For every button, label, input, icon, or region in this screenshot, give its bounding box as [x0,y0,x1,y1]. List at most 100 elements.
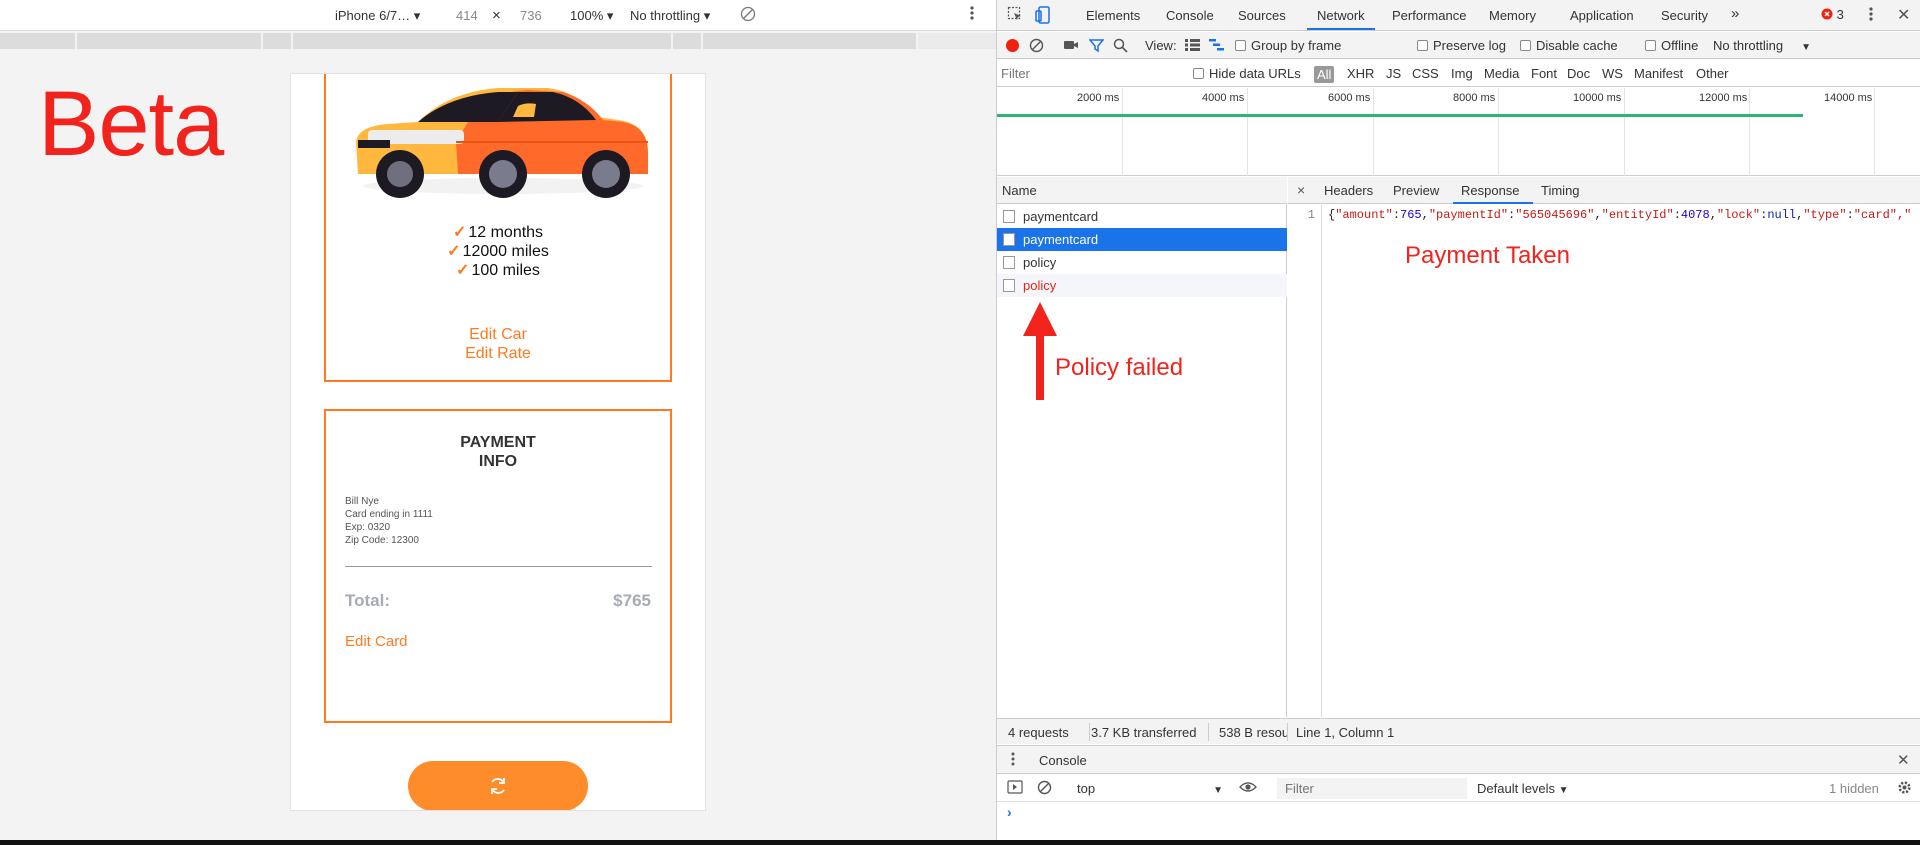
large-rows-icon[interactable] [1185,39,1200,54]
offline-checkbox[interactable]: Offline [1645,38,1698,53]
tab-performance[interactable]: Performance [1392,8,1466,23]
beta-annotation: Beta [38,73,224,175]
type-filter-xhr[interactable]: XHR [1347,66,1374,81]
screenshot-icon[interactable] [1063,38,1079,55]
tab-sources[interactable]: Sources [1238,8,1286,23]
rotate-icon[interactable] [740,6,756,25]
resources-size: 538 B resources [1219,725,1287,740]
device-toggle-icon[interactable] [1035,6,1051,27]
tab-response[interactable]: Response [1461,183,1520,198]
name-column-header[interactable]: Name [997,177,1287,204]
type-filter-all[interactable]: All [1314,66,1335,83]
device-select[interactable]: iPhone 6/7… ▾ [335,8,420,24]
error-count: 3 [1836,7,1844,22]
media-segment[interactable] [263,33,293,49]
cursor-position: Line 1, Column 1 [1296,725,1395,740]
tab-security[interactable]: Security [1661,8,1708,23]
sidebar-toggle-icon[interactable] [1007,780,1023,797]
drawer-tab-console[interactable]: Console [1039,753,1087,768]
console-filter-input[interactable] [1277,778,1467,799]
tab-console[interactable]: Console [1166,8,1214,23]
file-icon [1003,256,1015,269]
close-drawer-icon[interactable]: ✕ [1897,751,1910,769]
inspect-element-icon[interactable] [1007,6,1023,25]
request-name: policy [1023,255,1057,270]
request-detail-panel: × Headers Preview Response Timing 1 {"am… [1288,177,1920,717]
error-indicator[interactable]: 3 [1821,7,1844,22]
context-value: top [1077,781,1096,796]
type-filter-font[interactable]: Font [1531,66,1557,81]
height-input[interactable]: 736 [520,8,542,23]
type-filter-manifest[interactable]: Manifest [1634,66,1683,81]
width-input[interactable]: 414 [456,8,478,23]
type-filter-other[interactable]: Other [1696,66,1729,81]
type-filter-img[interactable]: Img [1451,66,1473,81]
type-filter-css[interactable]: CSS [1412,66,1439,81]
drawer-menu-icon[interactable] [1011,752,1015,769]
media-segment[interactable] [673,33,703,49]
filter-input[interactable] [1001,64,1177,83]
more-options-icon[interactable] [970,5,974,24]
record-icon[interactable] [1005,38,1020,56]
media-segment[interactable] [703,33,918,49]
payment-taken-annotation: Payment Taken [1405,242,1570,269]
media-segment[interactable] [0,33,77,49]
json-number: 765 [1400,208,1422,222]
filter-icon[interactable] [1088,38,1105,56]
type-filter-js[interactable]: JS [1386,66,1401,81]
request-row[interactable]: policy [997,251,1287,274]
media-query-bar[interactable] [0,33,996,49]
card-details: Bill Nye Card ending in 1111 Exp: 0320 Z… [345,495,433,547]
type-filter-doc[interactable]: Doc [1567,66,1590,81]
request-row-selected[interactable]: paymentcard [997,228,1287,251]
request-name: paymentcard [1023,209,1099,224]
checkbox-label: Preserve log [1433,38,1506,53]
console-drawer: Console ✕ top▼ Default levels ▼ 1 hidden… [997,745,1920,840]
refresh-button[interactable] [408,761,588,810]
tab-application[interactable]: Application [1570,8,1634,23]
tab-preview[interactable]: Preview [1393,183,1439,198]
devtools-menu-icon[interactable] [1869,6,1873,25]
tab-headers[interactable]: Headers [1324,183,1373,198]
tab-network[interactable]: Network [1317,8,1365,23]
response-body[interactable]: {"amount":765,"paymentId":"565045696","e… [1328,208,1911,222]
console-prompt[interactable]: › [1007,804,1012,820]
context-select[interactable]: top ▼ [1077,781,1223,796]
live-expression-icon[interactable] [1239,780,1257,797]
request-row-failed[interactable]: policy [997,274,1287,297]
type-filter-ws[interactable]: WS [1602,66,1623,81]
media-segment[interactable] [293,33,673,49]
zoom-select[interactable]: 100% ▾ [570,8,613,24]
search-icon[interactable] [1113,38,1128,56]
hide-data-urls-checkbox[interactable]: Hide data URLs [1193,66,1301,81]
request-name: policy [1023,278,1057,293]
preserve-log-checkbox[interactable]: Preserve log [1417,38,1506,53]
tab-timing[interactable]: Timing [1541,183,1580,198]
type-filter-media[interactable]: Media [1484,66,1519,81]
clear-icon[interactable] [1029,38,1044,56]
file-icon [1003,279,1015,292]
edit-car-link[interactable]: Edit Car [326,326,670,344]
edit-card-link[interactable]: Edit Card [345,633,408,650]
active-tab-indicator [1453,202,1533,204]
group-by-frame-checkbox[interactable]: Group by frame [1235,38,1341,53]
tab-elements[interactable]: Elements [1086,8,1140,23]
network-overview-timeline[interactable]: 2000 ms 4000 ms 6000 ms 8000 ms 10000 ms… [997,88,1920,176]
request-row[interactable]: paymentcard [997,205,1287,228]
edit-rate-link[interactable]: Edit Rate [326,345,670,363]
disable-cache-checkbox[interactable]: Disable cache [1520,38,1618,53]
waterfall-icon[interactable] [1209,39,1224,54]
title-line: INFO [478,453,518,470]
separator [1287,723,1288,741]
throttle-select[interactable]: No throttling ▾ [630,8,710,24]
log-levels-select[interactable]: Default levels ▼ [1477,781,1569,796]
media-segment[interactable] [77,33,263,49]
json-string: "card" [1853,208,1897,222]
console-settings-icon[interactable] [1897,780,1912,798]
more-tabs-icon[interactable]: » [1731,5,1739,22]
close-detail-icon[interactable]: × [1297,182,1305,198]
clear-console-icon[interactable] [1037,780,1052,798]
network-throttle-select[interactable]: No throttling ▼ [1713,38,1811,53]
close-devtools-icon[interactable]: ✕ [1897,5,1910,25]
tab-memory[interactable]: Memory [1489,8,1536,23]
